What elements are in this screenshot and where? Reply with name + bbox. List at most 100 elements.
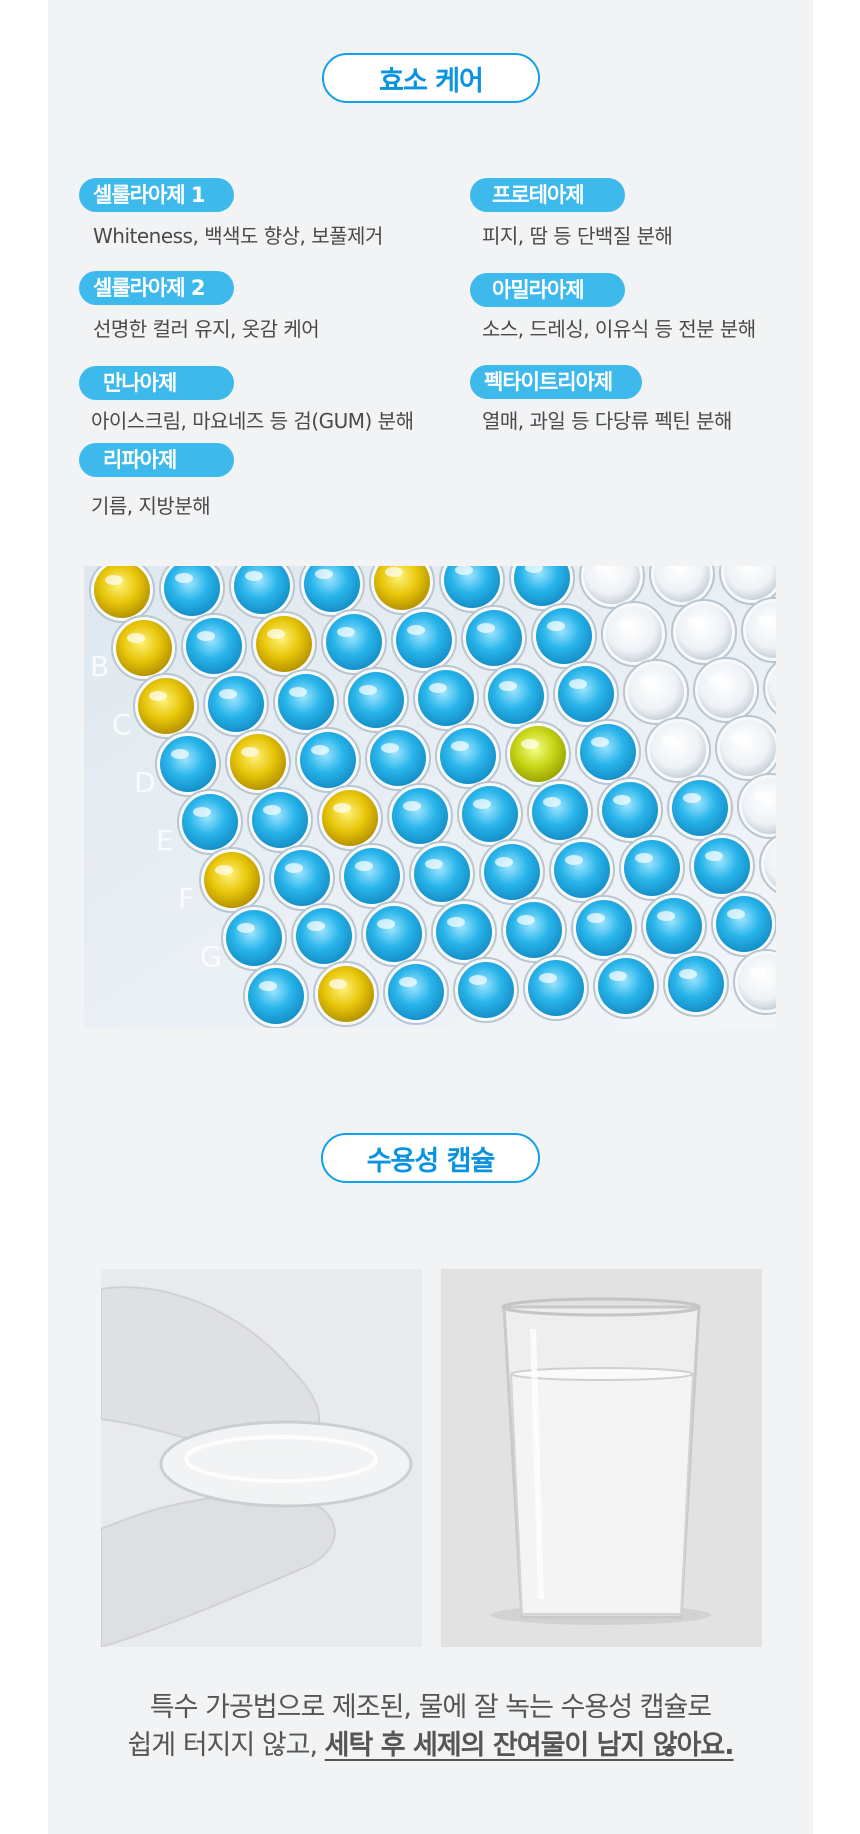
well bbox=[532, 784, 588, 840]
well bbox=[528, 960, 584, 1016]
enzyme-tag: 셀룰라아제 2 bbox=[79, 271, 234, 305]
plate-row-letter: E bbox=[156, 824, 174, 857]
well bbox=[716, 896, 772, 952]
microplate-image: BCDEFG bbox=[84, 566, 776, 1028]
well bbox=[248, 968, 304, 1024]
well-highlight bbox=[565, 855, 583, 865]
enzyme-tag: 리파아제 bbox=[79, 443, 234, 477]
well-highlight bbox=[683, 793, 701, 803]
well bbox=[278, 674, 334, 730]
well bbox=[440, 728, 496, 784]
well-highlight bbox=[757, 615, 775, 625]
well bbox=[208, 676, 264, 732]
well bbox=[606, 606, 662, 662]
well-highlight bbox=[679, 969, 697, 979]
well bbox=[554, 842, 610, 898]
well bbox=[698, 662, 754, 718]
well bbox=[488, 668, 544, 724]
well bbox=[650, 722, 706, 778]
well-highlight bbox=[749, 967, 767, 977]
well bbox=[182, 794, 238, 850]
well bbox=[418, 670, 474, 726]
well bbox=[322, 790, 378, 846]
well bbox=[370, 730, 426, 786]
well-highlight bbox=[617, 619, 635, 629]
well bbox=[256, 616, 312, 672]
well-highlight bbox=[495, 857, 513, 867]
well-highlight bbox=[543, 797, 561, 807]
well bbox=[300, 732, 356, 788]
well bbox=[580, 724, 636, 780]
well-highlight bbox=[407, 625, 425, 635]
well bbox=[646, 898, 702, 954]
well bbox=[668, 956, 724, 1012]
well-highlight bbox=[539, 973, 557, 983]
well bbox=[204, 852, 260, 908]
enzyme-tag: 프로테아제 bbox=[470, 178, 625, 212]
plate-row-letter: G bbox=[200, 940, 222, 973]
well-highlight bbox=[355, 861, 373, 871]
enzyme-desc: 피지, 땀 등 단백질 분해 bbox=[482, 224, 673, 248]
well-highlight bbox=[591, 737, 609, 747]
well bbox=[138, 678, 194, 734]
capsule-caption-line-2: 쉽게 터지지 않고, 세탁 후 세제의 잔여물이 남지 않아요. bbox=[48, 1723, 813, 1762]
enzyme-desc: 선명한 컬러 유지, 옷감 케어 bbox=[93, 317, 320, 341]
well-highlight bbox=[499, 681, 517, 691]
well bbox=[436, 904, 492, 960]
well-highlight bbox=[245, 571, 263, 581]
well-highlight bbox=[149, 691, 167, 701]
well bbox=[414, 846, 470, 902]
well-highlight bbox=[447, 917, 465, 927]
enzyme-tag: 만나아제 bbox=[79, 366, 234, 400]
well-highlight bbox=[661, 735, 679, 745]
well bbox=[466, 610, 522, 666]
well bbox=[694, 838, 750, 894]
well bbox=[116, 620, 172, 676]
well-highlight bbox=[517, 915, 535, 925]
well-highlight bbox=[473, 799, 491, 809]
well bbox=[396, 612, 452, 668]
well-highlight bbox=[727, 909, 745, 919]
well-highlight bbox=[613, 795, 631, 805]
well-highlight bbox=[521, 739, 539, 749]
caption-prefix: 쉽게 터지지 않고, bbox=[127, 1730, 325, 1761]
well bbox=[344, 848, 400, 904]
enzyme-desc: 열매, 과일 등 다당류 펙틴 분해 bbox=[482, 409, 732, 433]
enzyme-desc: Whiteness, 백색도 향상, 보풀제거 bbox=[93, 224, 383, 248]
well bbox=[392, 788, 448, 844]
well-highlight bbox=[399, 977, 417, 987]
well bbox=[296, 908, 352, 964]
well-highlight bbox=[171, 749, 189, 759]
enzyme-tag: 셀룰라아제 1 bbox=[79, 178, 234, 212]
well-highlight bbox=[311, 745, 329, 755]
well-highlight bbox=[477, 623, 495, 633]
well bbox=[510, 726, 566, 782]
well-highlight bbox=[329, 979, 347, 989]
plate-row-letter: F bbox=[178, 882, 194, 915]
well bbox=[536, 608, 592, 664]
well-highlight bbox=[377, 919, 395, 929]
enzyme-tag: 펙타이트리아제 bbox=[470, 365, 642, 399]
well bbox=[602, 782, 658, 838]
well-highlight bbox=[105, 575, 123, 585]
plate-row-letter: C bbox=[112, 708, 132, 741]
well bbox=[226, 910, 282, 966]
water-glass-image bbox=[441, 1269, 762, 1647]
well-highlight bbox=[587, 913, 605, 923]
well-highlight bbox=[337, 627, 355, 637]
well-highlight bbox=[639, 677, 657, 687]
well-highlight bbox=[451, 741, 469, 751]
plate-row-letter: D bbox=[134, 766, 156, 799]
well bbox=[274, 850, 330, 906]
well-highlight bbox=[315, 569, 333, 579]
well-highlight bbox=[547, 621, 565, 631]
well-highlight bbox=[127, 633, 145, 643]
well bbox=[326, 614, 382, 670]
well bbox=[672, 780, 728, 836]
well-highlight bbox=[193, 807, 211, 817]
well-highlight bbox=[381, 743, 399, 753]
well-highlight bbox=[731, 733, 749, 743]
well bbox=[576, 900, 632, 956]
well bbox=[676, 604, 732, 660]
well-highlight bbox=[429, 683, 447, 693]
